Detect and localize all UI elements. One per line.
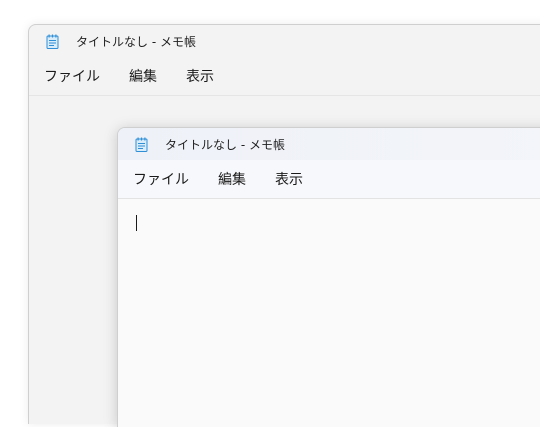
menu-edit[interactable]: 編集	[129, 64, 157, 88]
menu-file[interactable]: ファイル	[133, 167, 189, 191]
window-title: タイトルなし - メモ帳	[165, 137, 285, 152]
menu-bar: ファイル 編集 表示	[29, 57, 540, 96]
title-bar[interactable]: タイトルなし - メモ帳	[29, 25, 540, 57]
menu-view[interactable]: 表示	[275, 167, 303, 191]
notepad-icon	[135, 137, 148, 152]
text-editor-area[interactable]	[118, 199, 540, 427]
notepad-icon	[46, 34, 59, 49]
menu-view[interactable]: 表示	[186, 64, 214, 88]
text-caret	[136, 215, 137, 231]
menu-edit[interactable]: 編集	[218, 167, 246, 191]
title-bar[interactable]: タイトルなし - メモ帳	[118, 128, 540, 160]
window-title: タイトルなし - メモ帳	[76, 34, 196, 49]
notepad-window-front[interactable]: タイトルなし - メモ帳 ファイル 編集 表示	[117, 127, 540, 427]
menu-file[interactable]: ファイル	[44, 64, 100, 88]
menu-bar: ファイル 編集 表示	[118, 160, 540, 199]
